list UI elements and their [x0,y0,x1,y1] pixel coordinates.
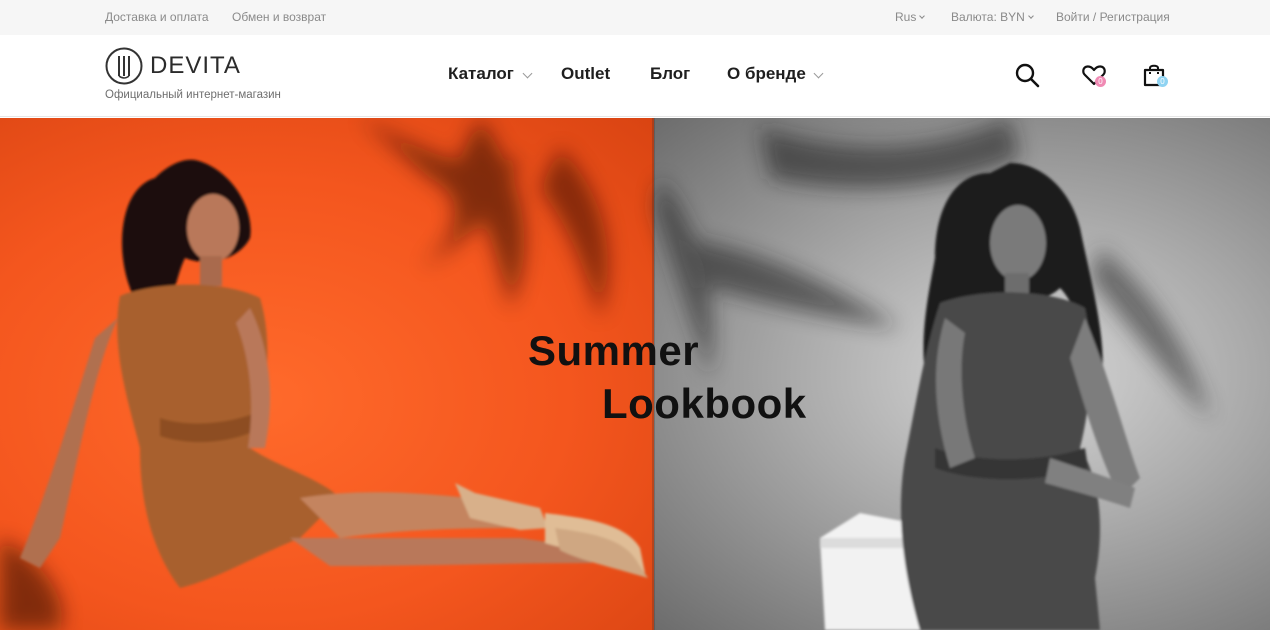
devita-logo-icon [105,47,143,85]
nav-catalog[interactable]: Каталог [448,64,514,84]
language-label: Rus [895,10,917,24]
chevron-down-icon [919,13,926,19]
delivery-link[interactable]: Доставка и оплата [105,10,209,24]
logo-subtitle: Официальный интернет-магазин [105,89,281,101]
currency-selector[interactable]: Валюта: BYN [951,10,1034,24]
logo-wordmark: DEVITA [150,52,241,79]
language-selector[interactable]: Rus [895,10,926,24]
main-header: DEVITA Официальный интернет-магазин Ката… [0,35,1270,117]
login-register-link[interactable]: Войти / Регистрация [1056,10,1170,24]
nav-blog[interactable]: Блог [650,64,690,84]
hero-banner[interactable]: Summer Lookbook [0,118,1270,630]
hero-title-line1: Summer [528,327,700,374]
returns-link[interactable]: Обмен и возврат [232,10,326,24]
currency-label: Валюта: BYN [951,10,1025,24]
chevron-down-icon[interactable] [813,68,824,79]
chevron-down-icon [1027,13,1034,19]
wishlist-button[interactable]: 0 [1080,61,1108,89]
brand-logo[interactable]: DEVITA Официальный интернет-магазин [105,47,305,107]
search-icon[interactable] [1013,61,1041,89]
cart-button[interactable]: 0 [1141,61,1169,89]
chevron-down-icon[interactable] [522,68,533,79]
nav-about-brand[interactable]: О бренде [727,64,806,84]
model-right [820,163,1140,630]
cart-count-badge: 0 [1157,76,1168,87]
nav-outlet[interactable]: Outlet [561,64,610,84]
top-utility-bar: Доставка и оплата Обмен и возврат Rus Ва… [0,0,1270,35]
wishlist-count-badge: 0 [1095,76,1106,87]
hero-title-line2: Lookbook [602,380,807,427]
